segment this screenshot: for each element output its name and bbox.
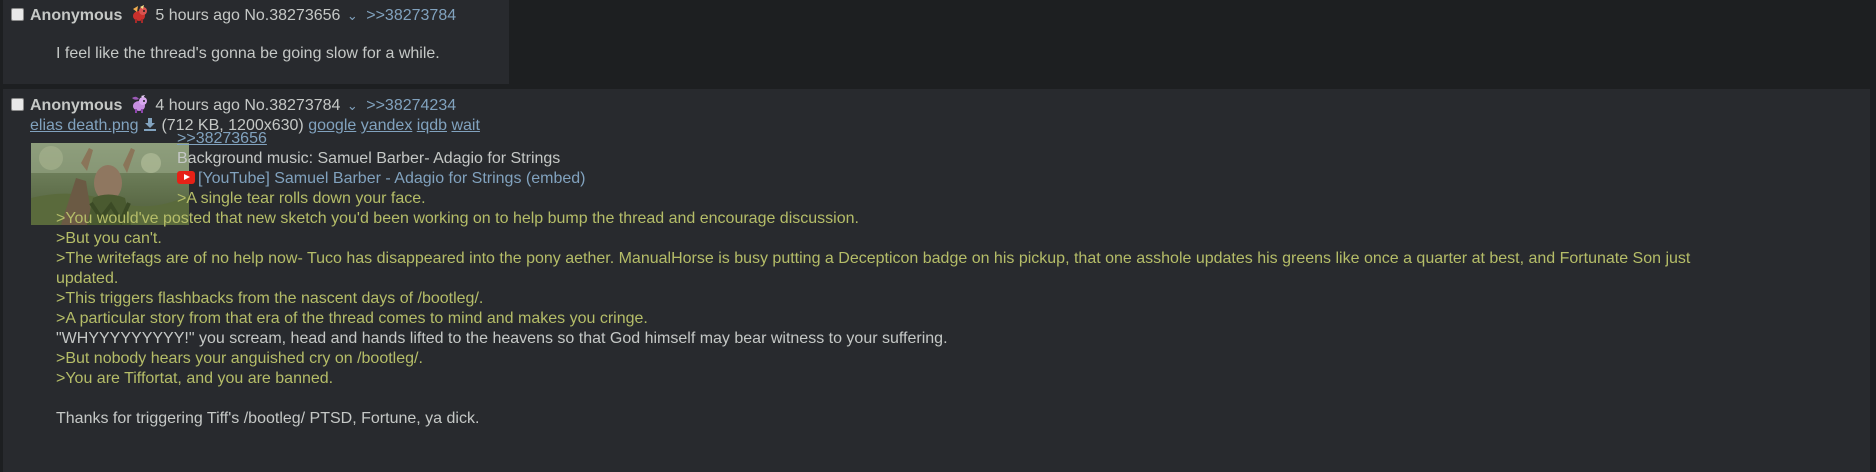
poster-name: Anonymous	[30, 7, 123, 24]
pony-flag-icon	[131, 95, 147, 113]
chevron-down-icon[interactable]: ⌄	[347, 6, 358, 26]
search-link-iqdb[interactable]: iqdb	[417, 117, 447, 134]
post-number[interactable]: No.38273656	[244, 7, 340, 24]
post-text-line: Thanks for triggering Tiff's /bootleg/ P…	[56, 410, 480, 427]
youtube-embed[interactable]: [YouTube] Samuel Barber - Adagio for Str…	[177, 169, 585, 189]
post-text-line: "WHYYYYYYYYY!" you scream, head and hand…	[56, 330, 948, 347]
greentext-line: >A particular story from that era of the…	[56, 310, 648, 327]
reply-post: Anonymous 4 hours ago No.38273784 ⌄ >>38…	[3, 89, 1871, 472]
post-number[interactable]: No.38273784	[244, 97, 340, 114]
post-text-line: Background music: Samuel Barber- Adagio …	[177, 150, 561, 167]
pony-flag-icon	[132, 5, 147, 23]
chevron-down-icon[interactable]: ⌄	[347, 96, 358, 116]
post-select-checkbox[interactable]	[11, 8, 24, 21]
greentext-line: >You are Tiffortat, and you are banned.	[56, 370, 334, 387]
greentext-line: >But you can't.	[56, 230, 162, 247]
greentext-line: >This triggers flashbacks from the nasce…	[56, 290, 484, 307]
file-name-link[interactable]: elias death.png	[30, 117, 139, 134]
search-link-wait[interactable]: wait	[451, 117, 479, 134]
post-info: Anonymous 5 hours ago No.38273656 ⌄ >>38…	[30, 5, 456, 26]
post-time: 4 hours ago	[155, 97, 240, 114]
post-info: Anonymous 4 hours ago No.38273784 ⌄ >>38…	[30, 95, 456, 116]
greentext-line: >The writefags are of no help now- Tuco …	[56, 250, 1691, 267]
backlink[interactable]: >>38273784	[366, 7, 456, 24]
search-link-google[interactable]: google	[308, 117, 356, 134]
greentext-line: updated.	[56, 270, 119, 287]
download-icon[interactable]	[143, 117, 157, 131]
post-select-checkbox[interactable]	[11, 98, 24, 111]
youtube-link[interactable]: [YouTube] Samuel Barber - Adagio for Str…	[198, 170, 585, 187]
greentext-line: >But nobody hears your anguished cry on …	[56, 350, 423, 367]
greentext-line: >A single tear rolls down your face.	[177, 190, 426, 207]
reply-post: Anonymous 5 hours ago No.38273656 ⌄ >>38…	[3, 0, 510, 84]
search-link-yandex[interactable]: yandex	[361, 117, 413, 134]
greentext-line: >You would've posted that new sketch you…	[56, 210, 859, 227]
poster-name: Anonymous	[30, 97, 123, 114]
quote-link[interactable]: >>38273656	[177, 130, 267, 147]
youtube-icon	[177, 171, 195, 184]
post-time: 5 hours ago	[155, 7, 240, 24]
post-text-line: I feel like the thread's gonna be going …	[56, 45, 440, 62]
backlink[interactable]: >>38274234	[366, 97, 456, 114]
